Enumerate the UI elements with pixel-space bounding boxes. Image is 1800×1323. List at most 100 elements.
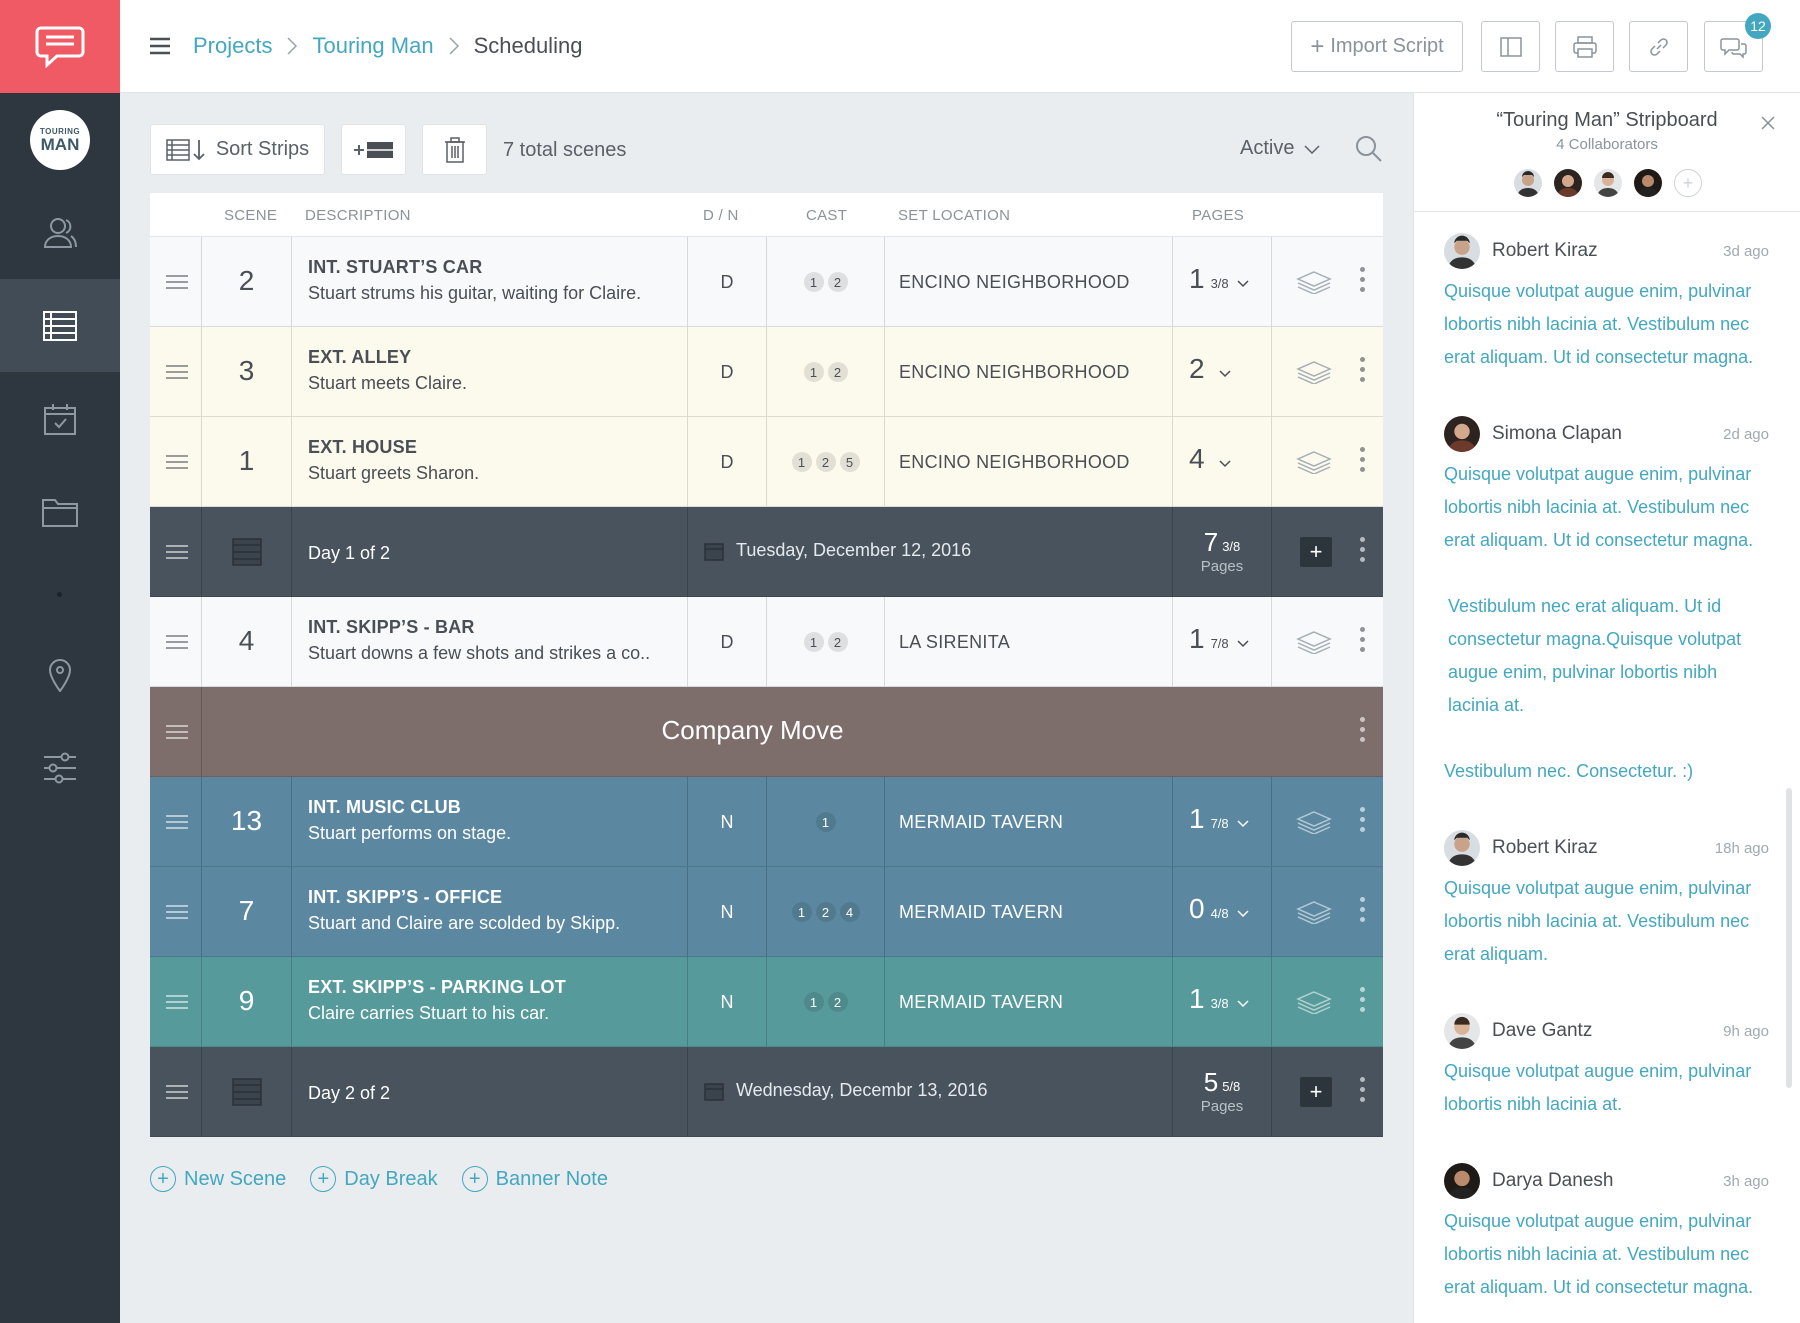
- drag-handle-icon[interactable]: [166, 635, 188, 649]
- drag-handle-icon[interactable]: [166, 1085, 188, 1099]
- rail-calendar[interactable]: [0, 372, 120, 465]
- more-options-icon[interactable]: [1360, 717, 1366, 747]
- drag-handle-icon[interactable]: [166, 455, 188, 469]
- more-options-icon[interactable]: [1360, 267, 1366, 297]
- print-button[interactable]: [1555, 21, 1614, 72]
- day-break-strip[interactable]: Day 1 of 2 Tuesday, December 12, 2016 7 3/8…: [150, 507, 1383, 597]
- add-to-day-button[interactable]: +: [1300, 1077, 1332, 1107]
- cast-member-badge[interactable]: 2: [827, 992, 848, 1012]
- avatar[interactable]: [1444, 1013, 1480, 1049]
- comment-author[interactable]: Dave Gantz: [1492, 1020, 1723, 1042]
- cast-member-badge[interactable]: 1: [791, 902, 812, 922]
- more-options-icon[interactable]: [1360, 1077, 1366, 1107]
- avatar[interactable]: [1444, 233, 1480, 269]
- rail-files[interactable]: [0, 465, 120, 558]
- cast-member-badge[interactable]: 1: [815, 812, 836, 832]
- drag-handle-icon[interactable]: [166, 275, 188, 289]
- avatar[interactable]: [1594, 169, 1622, 197]
- comment-author[interactable]: Robert Kiraz: [1492, 240, 1723, 262]
- day-break-button[interactable]: + Day Break: [310, 1166, 438, 1192]
- banner-note-button[interactable]: + Banner Note: [461, 1166, 608, 1192]
- more-options-icon[interactable]: [1360, 537, 1366, 567]
- header-dn[interactable]: D / N: [703, 207, 739, 224]
- scene-strip[interactable]: 13 INT. MUSIC CLUB Stuart performs on stag…: [150, 777, 1383, 867]
- day-break-strip[interactable]: Day 2 of 2 Wednesday, Decembr 13, 2016 5 5/…: [150, 1047, 1383, 1137]
- add-collaborator-button[interactable]: +: [1674, 169, 1702, 197]
- layers-icon[interactable]: [1296, 810, 1332, 834]
- cast-member-badge[interactable]: 2: [827, 272, 848, 292]
- rail-locations[interactable]: [0, 628, 120, 721]
- avatar[interactable]: [1514, 169, 1542, 197]
- cast-member-badge[interactable]: 1: [803, 362, 824, 382]
- rail-users[interactable]: [0, 186, 120, 279]
- cast-member-badge[interactable]: 2: [815, 452, 836, 472]
- search-icon[interactable]: [1355, 135, 1383, 163]
- cast-member-badge[interactable]: 2: [827, 632, 848, 652]
- banner-strip[interactable]: Company Move: [150, 687, 1383, 777]
- cast-member-badge[interactable]: 1: [803, 272, 824, 292]
- layers-icon[interactable]: [1296, 900, 1332, 924]
- project-avatar[interactable]: TOURING MAN: [30, 110, 90, 170]
- layers-icon[interactable]: [1296, 990, 1332, 1014]
- comments-button[interactable]: 12: [1704, 13, 1771, 72]
- cast-member-badge[interactable]: 1: [791, 452, 812, 472]
- close-icon[interactable]: [1760, 115, 1776, 131]
- rail-settings[interactable]: [0, 721, 120, 814]
- layers-icon[interactable]: [1296, 270, 1332, 294]
- new-scene-button[interactable]: + New Scene: [150, 1166, 286, 1192]
- more-options-icon[interactable]: [1360, 627, 1366, 657]
- more-options-icon[interactable]: [1360, 807, 1366, 837]
- drag-handle-icon[interactable]: [166, 815, 188, 829]
- drag-handle-icon[interactable]: [166, 905, 188, 919]
- page-count-dropdown[interactable]: 0 4/8: [1189, 893, 1249, 925]
- drag-handle-icon[interactable]: [166, 995, 188, 1009]
- panel-scrollbar[interactable]: [1786, 788, 1792, 1088]
- comment-author[interactable]: Darya Danesh: [1492, 1170, 1723, 1192]
- cast-member-badge[interactable]: 1: [803, 992, 824, 1012]
- delete-button[interactable]: [422, 124, 487, 175]
- scene-strip[interactable]: 4 INT. SKIPP’S - BAR Stuart downs a few sh…: [150, 597, 1383, 687]
- shoot-date[interactable]: Tuesday, December 12, 2016: [704, 540, 971, 561]
- cast-member-badge[interactable]: 1: [803, 632, 824, 652]
- shoot-date[interactable]: Wednesday, Decembr 13, 2016: [704, 1080, 987, 1101]
- avatar[interactable]: [1444, 416, 1480, 452]
- more-options-icon[interactable]: [1360, 987, 1366, 1017]
- avatar[interactable]: [1444, 1163, 1480, 1199]
- header-location[interactable]: SET LOCATION: [898, 207, 1010, 224]
- page-count-dropdown[interactable]: 1 3/8: [1189, 263, 1249, 295]
- page-count-dropdown[interactable]: 1 7/8: [1189, 803, 1249, 835]
- add-to-day-button[interactable]: +: [1300, 537, 1332, 567]
- cast-member-badge[interactable]: 4: [839, 902, 860, 922]
- avatar[interactable]: [1554, 169, 1582, 197]
- header-cast[interactable]: CAST: [806, 207, 847, 224]
- avatar[interactable]: [1444, 830, 1480, 866]
- page-count-dropdown[interactable]: 1 7/8: [1189, 623, 1249, 655]
- header-pages[interactable]: PAGES: [1192, 207, 1244, 224]
- status-filter-dropdown[interactable]: Active: [1240, 137, 1320, 160]
- drag-handle-icon[interactable]: [166, 365, 188, 379]
- drag-handle-icon[interactable]: [166, 545, 188, 559]
- app-logo-icon[interactable]: [0, 0, 120, 93]
- share-link-button[interactable]: [1629, 21, 1688, 72]
- menu-icon[interactable]: [148, 36, 172, 56]
- more-options-icon[interactable]: [1360, 897, 1366, 927]
- layers-icon[interactable]: [1296, 450, 1332, 474]
- more-options-icon[interactable]: [1360, 357, 1366, 387]
- comment-author[interactable]: Robert Kiraz: [1492, 837, 1715, 859]
- comment-author[interactable]: Simona Clapan: [1492, 423, 1723, 445]
- scene-strip[interactable]: 3 EXT. ALLEY Stuart meets Claire. D 1 2 ENCINO…: [150, 327, 1383, 417]
- add-strip-button[interactable]: [341, 124, 406, 175]
- scene-strip[interactable]: 7 INT. SKIPP’S - OFFICE Stuart and Claire …: [150, 867, 1383, 957]
- panel-toggle-button[interactable]: [1481, 21, 1540, 72]
- cast-member-badge[interactable]: 2: [815, 902, 836, 922]
- breadcrumb-project[interactable]: Touring Man: [312, 33, 433, 59]
- scene-strip[interactable]: 2 INT. STUART’S CAR Stuart strums his guit…: [150, 237, 1383, 327]
- cast-member-badge[interactable]: 2: [827, 362, 848, 382]
- sort-strips-button[interactable]: Sort Strips: [150, 124, 325, 175]
- layers-icon[interactable]: [1296, 360, 1332, 384]
- scene-strip[interactable]: 1 EXT. HOUSE Stuart greets Sharon. D 1 2 5 ENCI…: [150, 417, 1383, 507]
- rail-stripboard[interactable]: [0, 279, 120, 372]
- scene-strip[interactable]: 9 EXT. SKIPP’S - PARKING LOT Claire carrie…: [150, 957, 1383, 1047]
- more-options-icon[interactable]: [1360, 447, 1366, 477]
- header-scene[interactable]: SCENE: [224, 207, 277, 224]
